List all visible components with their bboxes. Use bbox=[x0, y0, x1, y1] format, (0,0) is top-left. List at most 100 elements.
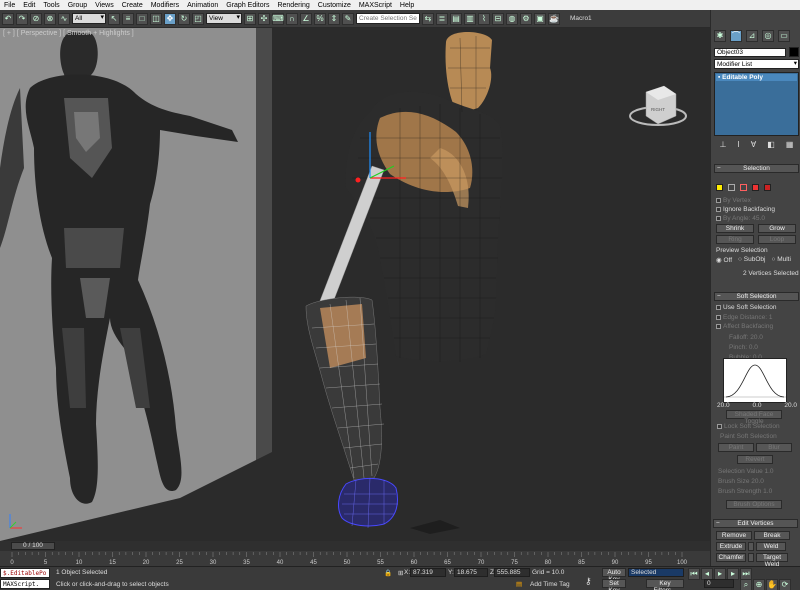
motion-tab-icon[interactable]: ◎ bbox=[762, 30, 774, 42]
lock-selection-icon[interactable]: 🔒 bbox=[384, 569, 392, 577]
affect-backfacing-checkbox[interactable]: Affect Backfacing bbox=[716, 323, 773, 330]
break-button[interactable]: Break bbox=[754, 531, 790, 540]
y-coordinate-field[interactable]: 18.675 bbox=[454, 568, 488, 577]
select-rotate-icon[interactable]: ↻ bbox=[178, 12, 190, 25]
link-icon[interactable]: ⊘ bbox=[30, 12, 42, 25]
brush-size-field[interactable]: 20.0 bbox=[751, 478, 764, 485]
spinner-snap-icon[interactable]: ⇕ bbox=[328, 12, 340, 25]
menu-customize[interactable]: Customize bbox=[314, 2, 355, 9]
layer-manager-icon[interactable]: ▤ bbox=[450, 12, 462, 25]
lock-soft-selection-checkbox[interactable]: Lock Soft Selection bbox=[717, 423, 780, 430]
maxscript-listener-output[interactable]: MAXScript. bbox=[0, 579, 50, 589]
keyboard-shortcut-icon[interactable]: ⌨ bbox=[272, 12, 284, 25]
edit-named-selection-icon[interactable]: ✎ bbox=[342, 12, 354, 25]
preview-subobj-radio[interactable]: ○ SubObj bbox=[738, 256, 765, 264]
select-manipulate-icon[interactable]: ✣ bbox=[258, 12, 270, 25]
menu-help[interactable]: Help bbox=[396, 2, 418, 9]
go-to-start-icon[interactable]: ⏮ bbox=[688, 568, 700, 580]
schematic-view-icon[interactable]: ⊟ bbox=[492, 12, 504, 25]
set-key-button[interactable]: Set Key bbox=[602, 579, 626, 590]
chamfer-button[interactable]: Chamfer bbox=[716, 553, 746, 562]
time-slider[interactable]: 0 / 100 bbox=[0, 541, 710, 551]
curve-editor-icon[interactable]: ⌇ bbox=[478, 12, 490, 25]
x-coordinate-field[interactable]: 87.319 bbox=[410, 568, 446, 577]
material-editor-icon[interactable]: ◍ bbox=[506, 12, 518, 25]
pinch-value[interactable]: 0.0 bbox=[749, 344, 758, 351]
border-level-icon[interactable] bbox=[740, 184, 747, 191]
create-tab-icon[interactable]: ✱ bbox=[714, 30, 726, 42]
viewport-label[interactable]: [ + ] [ Perspective ] [ Smooth + Highlig… bbox=[3, 30, 134, 37]
menu-maxscript[interactable]: MAXScript bbox=[355, 2, 396, 9]
hierarchy-tab-icon[interactable]: ⊿ bbox=[746, 30, 758, 42]
ring-button[interactable]: Ring bbox=[716, 235, 754, 244]
selection-value-field[interactable]: 1.0 bbox=[765, 468, 774, 475]
key-icon[interactable]: ⚷ bbox=[585, 576, 592, 587]
blur-button[interactable]: Blur bbox=[756, 443, 792, 452]
falloff-value[interactable]: 20.0 bbox=[750, 334, 763, 341]
stack-item-editable-poly[interactable]: ▪ Editable Poly bbox=[716, 74, 797, 81]
object-color-swatch[interactable] bbox=[789, 47, 799, 57]
render-setup-icon[interactable]: ⚙ bbox=[520, 12, 532, 25]
auto-key-button[interactable]: Auto Key bbox=[602, 568, 626, 583]
preview-off-radio[interactable]: ◉ Off bbox=[716, 256, 732, 264]
render-icon[interactable]: ☕ bbox=[548, 12, 560, 25]
selection-rollout-header[interactable]: − Selection bbox=[714, 164, 799, 173]
z-coordinate-field[interactable]: 555.885 bbox=[494, 568, 530, 577]
modifier-list-dropdown[interactable]: Modifier List bbox=[714, 59, 799, 69]
by-vertex-checkbox[interactable]: By Vertex bbox=[716, 197, 751, 204]
modify-tab-icon[interactable]: ⌒ bbox=[730, 30, 742, 42]
frame-ruler[interactable]: 0 5 10 15 20 25 30 35 40 45 50 55 60 65 70 75 80 85 90 95 10… bbox=[0, 552, 710, 565]
rect-selection-icon[interactable]: □ bbox=[136, 12, 148, 25]
edge-distance-value[interactable]: 1 bbox=[769, 314, 773, 321]
mirror-icon[interactable]: ⇆ bbox=[422, 12, 434, 25]
absolute-mode-icon[interactable]: ⊞ bbox=[398, 569, 403, 577]
shrink-button[interactable]: Shrink bbox=[716, 224, 754, 233]
by-angle-checkbox[interactable]: By Angle: 45.0 bbox=[716, 215, 765, 222]
selection-filter-dropdown[interactable]: All bbox=[72, 13, 106, 24]
remove-modifier-icon[interactable]: ◧ bbox=[767, 140, 775, 149]
menu-file[interactable]: File bbox=[0, 2, 19, 9]
torso-mesh[interactable] bbox=[305, 32, 503, 529]
maxscript-listener-input[interactable]: $.EditablePo bbox=[0, 568, 50, 578]
display-tab-icon[interactable]: ▭ bbox=[778, 30, 790, 42]
rendered-frame-icon[interactable]: ▣ bbox=[534, 12, 546, 25]
element-level-icon[interactable] bbox=[764, 184, 771, 191]
orbit-icon[interactable]: ⟳ bbox=[779, 579, 791, 590]
brush-strength-field[interactable]: 1.0 bbox=[763, 488, 772, 495]
loop-button[interactable]: Loop bbox=[758, 235, 796, 244]
chamfer-settings-button[interactable] bbox=[748, 553, 754, 562]
edge-level-icon[interactable] bbox=[728, 184, 735, 191]
configure-sets-icon[interactable]: ▦ bbox=[786, 140, 794, 149]
angle-snap-icon[interactable]: ∠ bbox=[300, 12, 312, 25]
menu-graph-editors[interactable]: Graph Editors bbox=[222, 2, 273, 9]
zoom-icon[interactable]: ⌕ bbox=[740, 579, 752, 590]
window-crossing-icon[interactable]: ◫ bbox=[150, 12, 162, 25]
weld-button[interactable]: Weld bbox=[756, 542, 786, 551]
bind-space-warp-icon[interactable]: ∿ bbox=[58, 12, 70, 25]
soft-selection-rollout-header[interactable]: − Soft Selection bbox=[714, 292, 799, 301]
perspective-viewport[interactable]: RIGHT [ + ] [ Perspective ] [ Smooth + H… bbox=[0, 28, 710, 541]
extrude-settings-button[interactable] bbox=[748, 542, 754, 551]
graphite-ribbon-icon[interactable]: ▥ bbox=[464, 12, 476, 25]
menu-views[interactable]: Views bbox=[91, 2, 118, 9]
use-soft-selection-checkbox[interactable]: Use Soft Selection bbox=[716, 304, 776, 311]
menu-create[interactable]: Create bbox=[118, 2, 147, 9]
select-scale-icon[interactable]: ◰ bbox=[192, 12, 204, 25]
ignore-backfacing-checkbox[interactable]: Ignore Backfacing bbox=[716, 206, 775, 213]
pan-icon[interactable]: ✋ bbox=[766, 579, 778, 590]
target-weld-button[interactable]: Target Weld bbox=[756, 553, 788, 568]
menu-group[interactable]: Group bbox=[64, 2, 91, 9]
snaps-toggle-icon[interactable]: ∩ bbox=[286, 12, 298, 25]
select-object-icon[interactable]: ↖ bbox=[108, 12, 120, 25]
object-name-field[interactable]: Object03 bbox=[714, 48, 786, 57]
grow-button[interactable]: Grow bbox=[758, 224, 796, 233]
make-unique-icon[interactable]: ∀ bbox=[751, 140, 756, 149]
named-selection-input[interactable]: Create Selection Se bbox=[356, 13, 420, 24]
remove-button[interactable]: Remove bbox=[716, 531, 752, 540]
redo-icon[interactable]: ↷ bbox=[16, 12, 28, 25]
selected-hand[interactable] bbox=[338, 478, 398, 527]
menu-animation[interactable]: Animation bbox=[183, 2, 222, 9]
extrude-button[interactable]: Extrude bbox=[716, 542, 746, 551]
by-angle-value[interactable]: 45.0 bbox=[752, 215, 765, 222]
menu-rendering[interactable]: Rendering bbox=[273, 2, 313, 9]
